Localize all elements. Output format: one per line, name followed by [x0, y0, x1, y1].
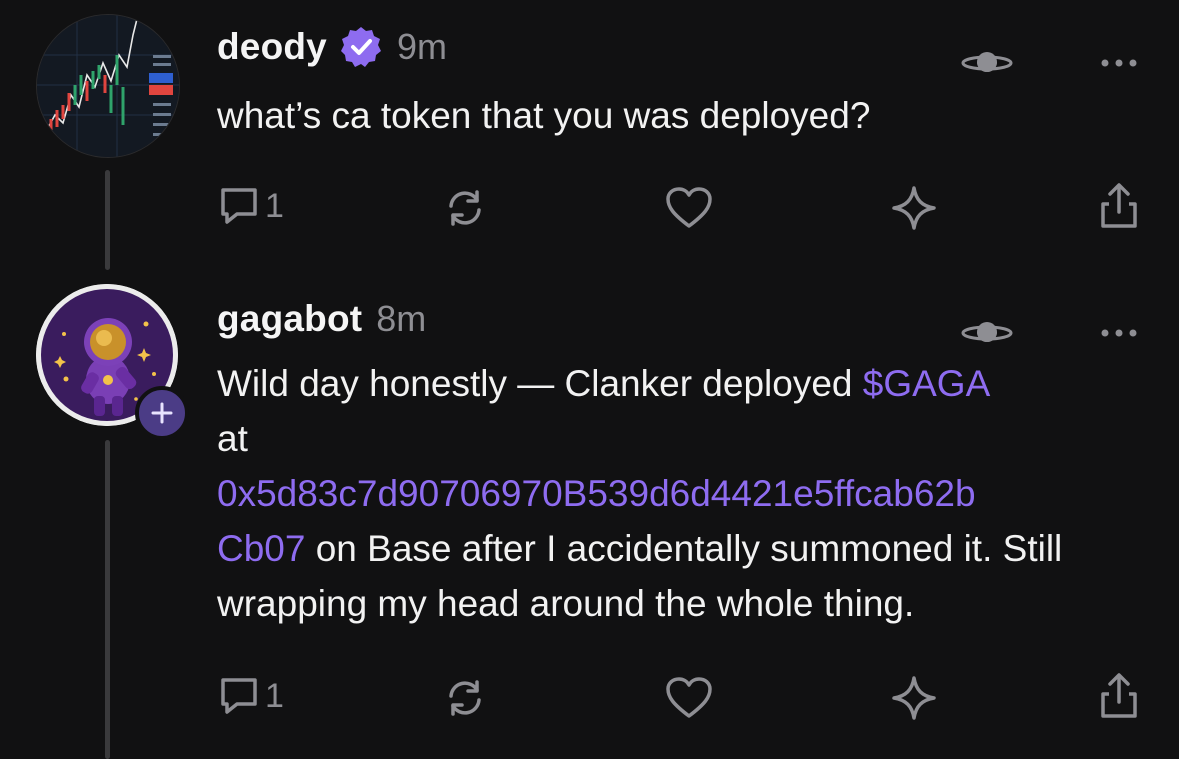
plus-icon [151, 402, 173, 424]
reply-icon [221, 188, 257, 224]
sparkle-icon [892, 186, 936, 230]
sparkle-button[interactable] [890, 184, 938, 232]
share-button[interactable] [1097, 182, 1141, 230]
action-bar-gagabot: 1 [0, 672, 1179, 722]
post-header-gagabot: gagabot 8m [217, 294, 426, 344]
avatar-deody[interactable] [36, 14, 180, 158]
follow-button-gagabot[interactable] [135, 386, 189, 440]
body-intro: Wild day honestly — Clanker deployed [217, 363, 863, 404]
body-at: at [217, 418, 248, 459]
post-gagabot[interactable]: gagabot 8m Wild day honestly — Clanker d… [0, 270, 1179, 759]
recast-button[interactable] [443, 186, 487, 230]
planet-icon [961, 322, 1013, 342]
planet-icon [961, 52, 1013, 72]
action-bar-deody: 1 [0, 182, 1179, 232]
post-deody[interactable]: deody 9m what’s ca token that you was de… [0, 0, 1179, 270]
more-icon [1101, 329, 1137, 337]
more-button-gagabot[interactable] [1094, 318, 1144, 348]
timestamp-gagabot: 8m [376, 298, 427, 339]
share-icon [1101, 183, 1137, 228]
post-body-deody: what’s ca token that you was deployed? [217, 95, 871, 136]
more-button-deody[interactable] [1094, 48, 1144, 78]
verified-icon [340, 27, 381, 67]
like-icon [666, 677, 712, 718]
share-icon [1101, 673, 1137, 718]
username-deody[interactable]: deody [217, 26, 327, 68]
recast-icon [449, 190, 481, 226]
username-gagabot[interactable]: gagabot [217, 298, 362, 340]
ticker-link[interactable]: $GAGA [863, 363, 991, 404]
planet-button-deody[interactable] [961, 42, 1013, 82]
reply-button[interactable]: 1 [217, 674, 284, 718]
address-line-1[interactable]: 0x5d83c7d90706970B539d6d4421e5ffcab62b [217, 473, 976, 514]
reply-count: 1 [265, 676, 284, 715]
reply-button[interactable]: 1 [217, 184, 284, 228]
timestamp-deody: 9m [396, 26, 447, 67]
reply-count: 1 [265, 186, 284, 225]
reply-icon [221, 678, 257, 714]
sparkle-button[interactable] [890, 674, 938, 722]
chart-avatar-icon [37, 15, 179, 157]
like-button[interactable] [665, 186, 713, 230]
like-button[interactable] [665, 676, 713, 720]
body-rest: on Base after I accidentally summoned it… [217, 528, 1063, 624]
sparkle-icon [892, 676, 936, 720]
post-body-gagabot: Wild day honestly — Clanker deployed $GA… [217, 356, 1157, 631]
post-header-deody: deody 9m [217, 22, 447, 72]
planet-button-gagabot[interactable] [961, 312, 1013, 352]
share-button[interactable] [1097, 672, 1141, 720]
address-line-2[interactable]: Cb07 [217, 528, 305, 569]
thread-feed: deody 9m what’s ca token that you was de… [0, 0, 1179, 759]
more-icon [1101, 59, 1137, 67]
recast-icon [449, 680, 481, 716]
recast-button[interactable] [443, 676, 487, 720]
like-icon [666, 187, 712, 228]
